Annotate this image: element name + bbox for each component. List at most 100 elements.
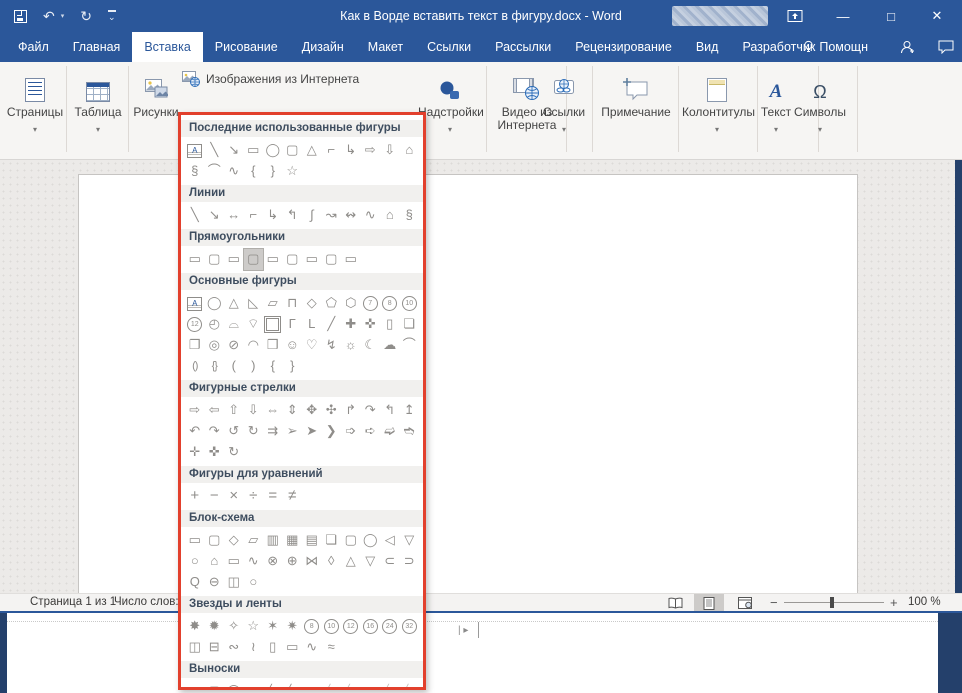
shape-swatch[interactable]: ▭ xyxy=(185,530,205,551)
shape-swatch[interactable]: ↰ xyxy=(380,400,400,421)
shape-swatch[interactable]: ⊓ xyxy=(283,293,303,314)
shape-swatch[interactable]: ✛ xyxy=(185,442,205,463)
shape-swatch[interactable]: ◯ xyxy=(361,530,381,551)
links-button[interactable]: Ссылки xyxy=(538,66,590,135)
shape-swatch[interactable]: ∿ xyxy=(244,551,264,572)
shape-swatch[interactable]: ⌒ xyxy=(205,161,225,182)
shape-swatch[interactable]: ⌐ xyxy=(322,140,342,161)
shape-swatch[interactable]: ▢ xyxy=(244,249,264,270)
shape-swatch[interactable]: △ xyxy=(341,551,361,572)
shape-swatch[interactable]: ↻ xyxy=(224,442,244,463)
shape-swatch[interactable]: ⬡ xyxy=(341,293,361,314)
shape-swatch[interactable]: ⇔ xyxy=(263,400,283,421)
shape-swatch[interactable]: ⊗ xyxy=(263,551,283,572)
symbols-button[interactable]: Ω Символы xyxy=(792,66,848,135)
shape-swatch[interactable]: ⊂ xyxy=(380,551,400,572)
tab-review[interactable]: Рецензирование xyxy=(563,32,684,62)
shape-swatch[interactable]: ❐ xyxy=(185,335,205,356)
shape-swatch[interactable]: 8 xyxy=(302,616,322,637)
shape-swatch[interactable]: ☺ xyxy=(283,335,303,356)
shape-swatch[interactable]: ⌓ xyxy=(224,314,244,335)
shape-swatch[interactable]: ▢ xyxy=(283,249,303,270)
pages-button[interactable]: Страницы xyxy=(6,66,64,135)
shape-swatch[interactable]: { xyxy=(244,161,264,182)
shape-swatch[interactable]: ○ xyxy=(185,551,205,572)
shape-swatch[interactable]: ↷ xyxy=(361,400,381,421)
shape-swatch[interactable]: ▢ xyxy=(322,249,342,270)
addins-button[interactable]: Надстройки xyxy=(418,66,482,135)
zoom-out-button[interactable]: − xyxy=(770,595,778,610)
shape-swatch[interactable]: − xyxy=(205,486,225,507)
shape-swatch[interactable]: 32 xyxy=(400,616,420,637)
shape-swatch[interactable]: ↯ xyxy=(322,335,342,356)
shape-swatch[interactable]: ▯ xyxy=(380,314,400,335)
shape-swatch[interactable]: ▢ xyxy=(341,530,361,551)
shape-swatch[interactable]: ✷ xyxy=(283,616,303,637)
shape-swatch[interactable]: ◁ xyxy=(380,530,400,551)
shape-swatch[interactable]: ↶ xyxy=(185,421,205,442)
maximize-button[interactable]: □ xyxy=(876,0,906,32)
shape-swatch[interactable]: ❏ xyxy=(400,314,420,335)
shape-swatch[interactable]: ⬠ xyxy=(322,293,342,314)
comment-button[interactable]: Примечание xyxy=(596,66,676,119)
shape-swatch[interactable]: ◊ xyxy=(322,551,342,572)
minimize-button[interactable]: — xyxy=(828,0,858,32)
shape-swatch[interactable]: 16 xyxy=(361,616,381,637)
tab-design[interactable]: Дизайн xyxy=(290,32,356,62)
shape-swatch[interactable]: ➢ xyxy=(283,421,303,442)
shape-swatch[interactable]: ◇ xyxy=(302,293,322,314)
shape-swatch[interactable]: ➤ xyxy=(302,421,322,442)
shape-swatch[interactable]: ▭ xyxy=(244,140,264,161)
shape-swatch[interactable]: } xyxy=(263,161,283,182)
shape-swatch[interactable]: ╱▭ xyxy=(341,681,361,690)
zoom-slider-track[interactable] xyxy=(784,602,884,603)
shape-swatch[interactable]: ▭ xyxy=(185,681,205,690)
shape-swatch[interactable]: ➪ xyxy=(361,421,381,442)
comments-icon[interactable] xyxy=(938,40,954,54)
shape-swatch[interactable]: ⇉ xyxy=(263,421,283,442)
shape-swatch[interactable]: ▦ xyxy=(283,530,303,551)
shape-swatch[interactable]: ↥ xyxy=(400,400,420,421)
shape-swatch[interactable]: ❯ xyxy=(322,421,342,442)
shape-swatch[interactable]: ∿ xyxy=(224,161,244,182)
tab-insert[interactable]: Вставка xyxy=(132,32,202,62)
shape-swatch[interactable]: ✸ xyxy=(185,616,205,637)
shape-swatch[interactable]: ⋈ xyxy=(302,551,322,572)
shape-swatch[interactable]: ○ xyxy=(244,572,264,593)
shape-swatch[interactable]: ▽ xyxy=(400,530,420,551)
shape-swatch[interactable]: ◠ xyxy=(244,335,264,356)
shape-swatch[interactable]: + xyxy=(185,486,205,507)
shape-swatch[interactable]: ◯ xyxy=(205,293,225,314)
shape-swatch[interactable]: ⊘ xyxy=(224,335,244,356)
shape-swatch[interactable]: ⌐▭ xyxy=(361,681,381,690)
shape-swatch[interactable]: ▤ xyxy=(302,530,322,551)
shape-swatch[interactable]: ▢ xyxy=(283,140,303,161)
shape-swatch[interactable]: ⌐ xyxy=(244,205,264,226)
shape-swatch[interactable]: A xyxy=(185,293,205,314)
shape-swatch[interactable]: ✜ xyxy=(205,442,225,463)
ribbon-display-options-icon[interactable] xyxy=(780,0,810,32)
online-pictures-button[interactable]: Изображения из Интернета xyxy=(182,70,359,88)
shape-swatch[interactable]: ☁ xyxy=(380,335,400,356)
shape-swatch[interactable]: ≠ xyxy=(283,486,303,507)
shape-swatch[interactable]: ▭ xyxy=(224,249,244,270)
shape-swatch[interactable]: § xyxy=(400,205,420,226)
shape-swatch[interactable]: A xyxy=(185,140,205,161)
close-button[interactable]: ✕ xyxy=(922,0,952,32)
shape-swatch[interactable]: 8 xyxy=(380,293,400,314)
web-layout-button[interactable] xyxy=(730,594,760,612)
shape-swatch[interactable]: ≀ xyxy=(244,637,264,658)
shape-swatch[interactable]: ✚ xyxy=(341,314,361,335)
tab-file[interactable]: Файл xyxy=(6,32,61,62)
shape-swatch[interactable]: ⇨ xyxy=(361,140,381,161)
shape-swatch[interactable]: ( xyxy=(224,356,244,377)
shape-swatch[interactable]: ☼ xyxy=(341,335,361,356)
shape-swatch[interactable]: ↘ xyxy=(205,205,225,226)
shape-swatch[interactable]: ✶ xyxy=(263,616,283,637)
shape-swatch[interactable]: ◺ xyxy=(244,293,264,314)
shape-swatch[interactable]: ⇕ xyxy=(283,400,303,421)
zoom-level[interactable]: 100 % xyxy=(908,596,941,608)
read-mode-button[interactable] xyxy=(660,594,690,612)
shape-swatch[interactable]: 10 xyxy=(322,616,342,637)
shape-swatch[interactable]: ∿ xyxy=(361,205,381,226)
